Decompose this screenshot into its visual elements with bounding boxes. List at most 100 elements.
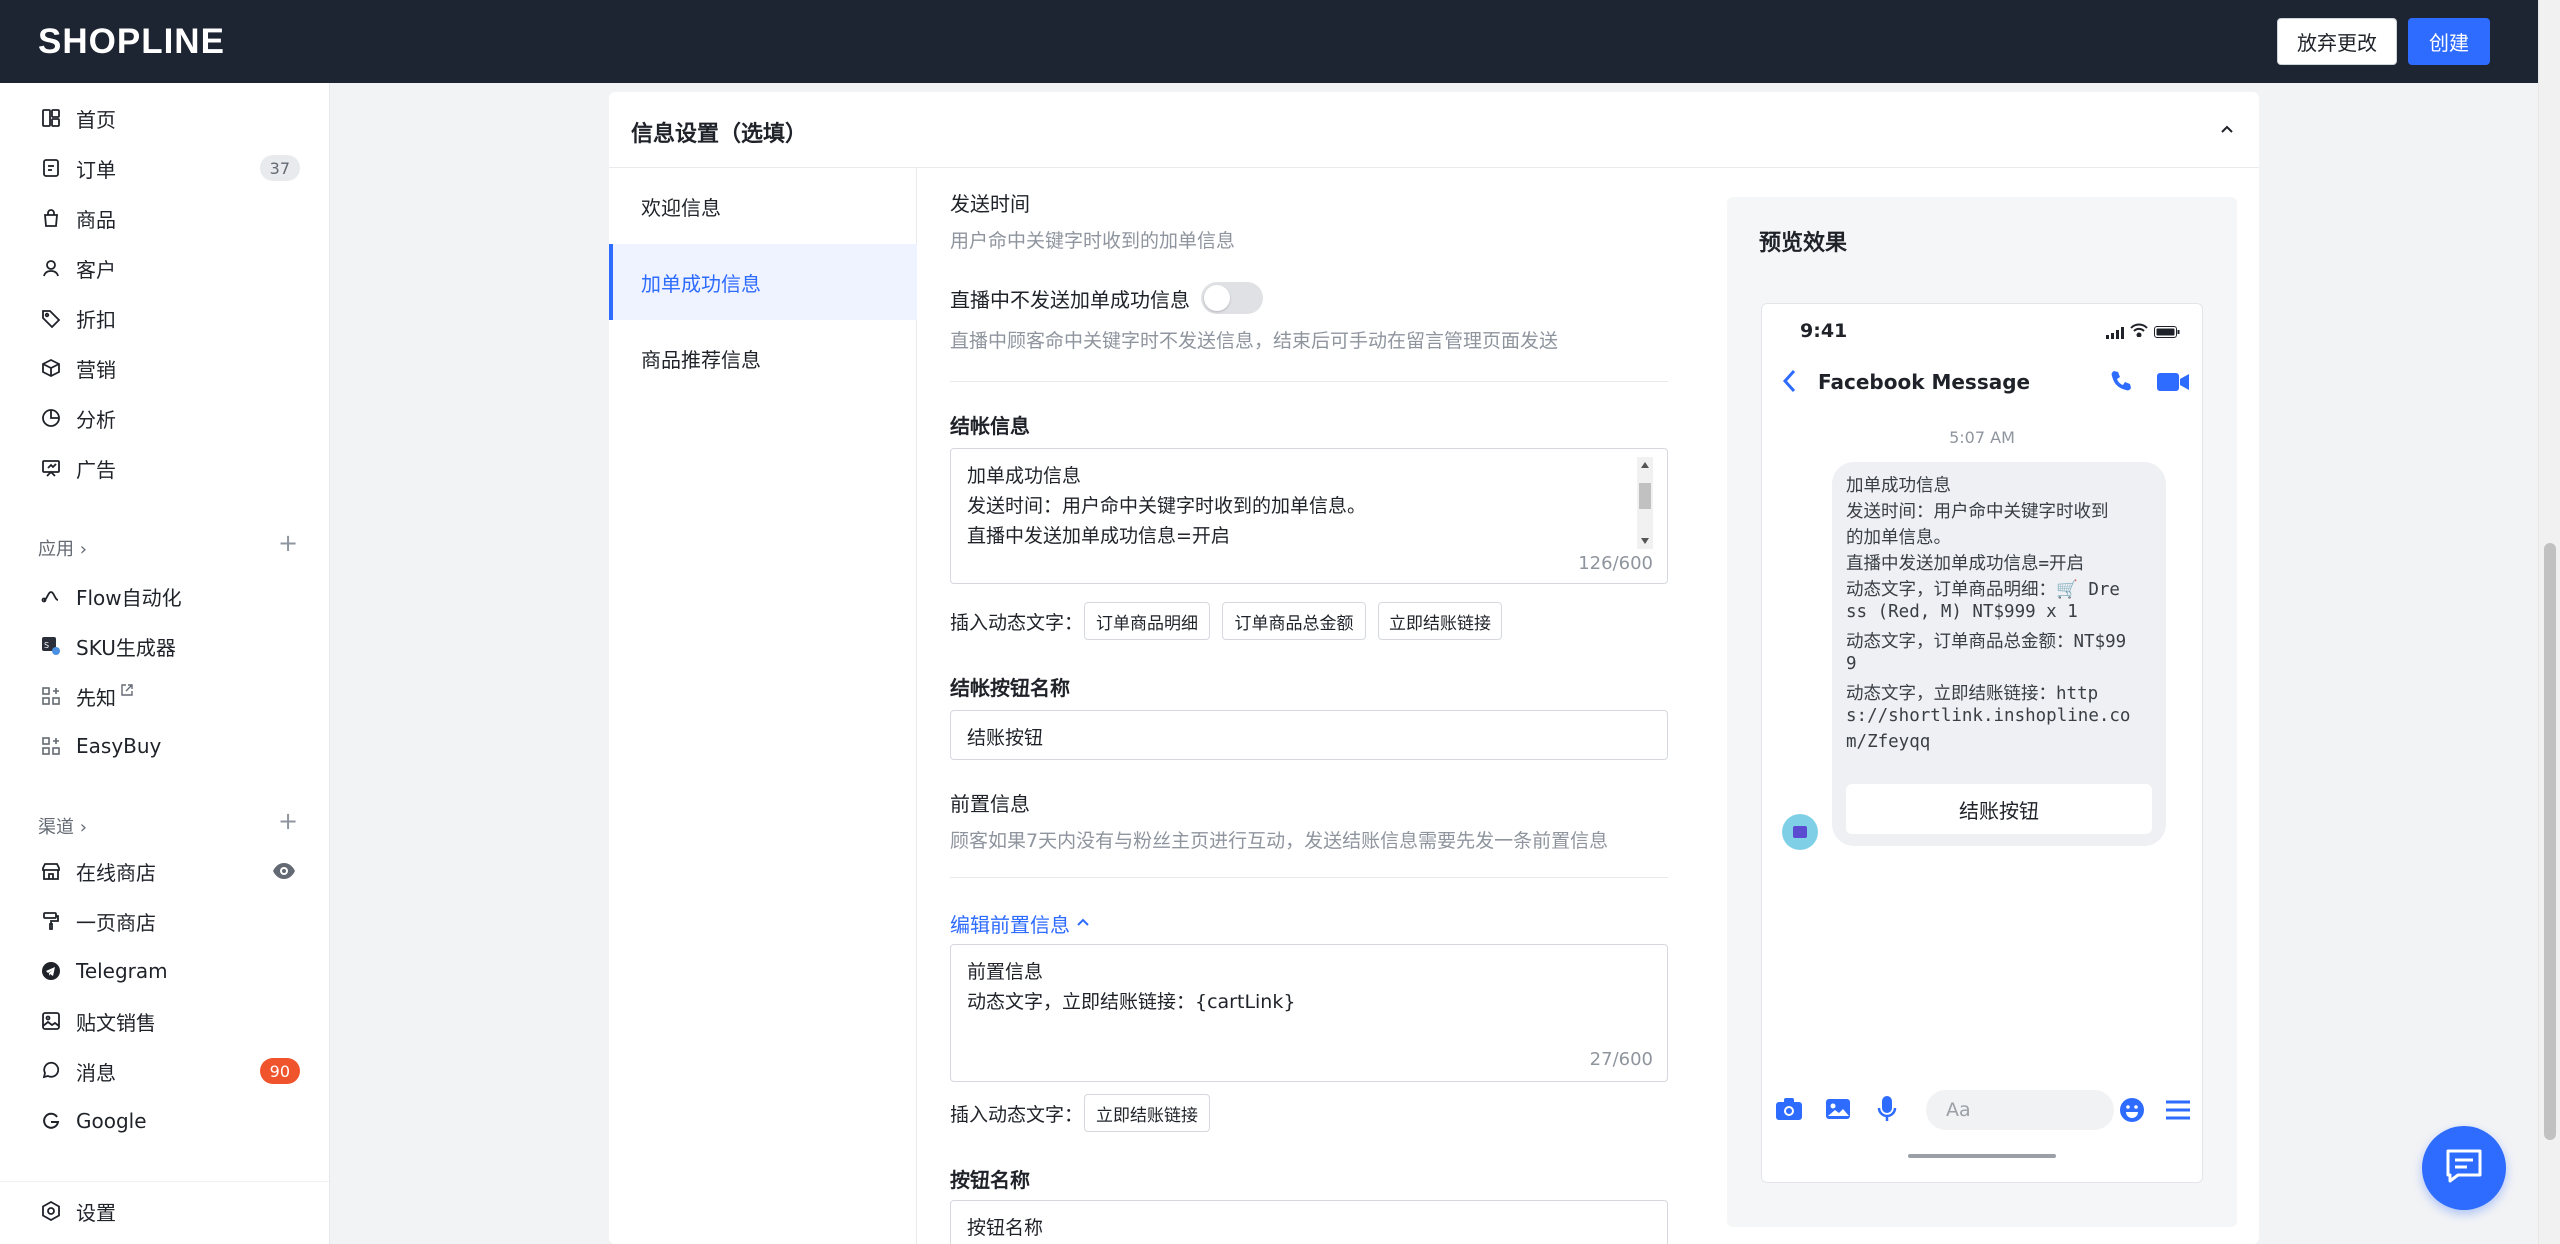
sidebar-item-online-store[interactable]: 在线商店 [0,849,329,893]
insert-checkout-link-chip[interactable]: 立即结账链接 [1084,1094,1210,1132]
checkout-message-textarea[interactable]: 加单成功信息 发送时间：用户命中关键字时收到的加单信息。 直播中发送加单成功信息… [950,448,1668,584]
card-title: 信息设置（选填） [631,122,808,147]
live-no-send-toggle[interactable] [1201,282,1263,314]
menu-icon[interactable] [2164,1098,2192,1126]
menu-item-welcome[interactable]: 欢迎信息 [609,168,917,244]
sidebar-item-orders[interactable]: 订单 37 [0,146,329,190]
video-call-icon[interactable] [2156,370,2190,398]
sidebar-item-sku[interactable]: S SKU生成器 [0,624,329,668]
apps-section-label[interactable]: 应用 › [38,535,87,561]
chat-bubble-icon [2444,1147,2484,1189]
sidebar-item-label: Flow自动化 [76,585,182,610]
sidebar-item-label: 贴文销售 [76,1010,156,1035]
chevron-up-icon[interactable] [1074,914,1092,934]
channels-section-label[interactable]: 渠道 › [38,813,87,839]
sidebar-item-label: Telegram [76,959,168,983]
checkout-button-name-label: 结帐按钮名称 [950,676,1070,700]
sidebar-item-marketing[interactable]: 营销 [0,346,329,390]
preview-title: 预览效果 [1759,231,1848,256]
microphone-icon[interactable] [1876,1094,1898,1128]
checkout-button-name-input[interactable]: 结账按钮 [950,710,1668,760]
menu-item-add-success[interactable]: 加单成功信息 [609,244,917,320]
insert-order-total-chip[interactable]: 订单商品总金额 [1222,602,1366,640]
bubble-line: 加单成功信息 [1846,476,1951,496]
checkout-message-label: 结帐信息 [950,414,1030,438]
billboard-icon [38,455,64,481]
bubble-line: 9 [1846,654,1857,674]
sidebar-item-easybuy[interactable]: EasyBuy [0,724,329,768]
button-name-input[interactable]: 按钮名称 [950,1200,1668,1244]
sidebar-item-post-sales[interactable]: 贴文销售 [0,999,329,1043]
bubble-checkout-button[interactable]: 结账按钮 [1846,784,2152,834]
sidebar-item-products[interactable]: 商品 [0,196,329,240]
message-type-menu: 欢迎信息 加单成功信息 商品推荐信息 [609,168,917,1244]
pre-message-help: 顾客如果7天内没有与粉丝主页进行互动，发送结账信息需要先发一条前置信息 [950,830,1609,852]
preview-panel: 预览效果 9:41 Facebook Message 5:07 AM 加单成功信… [1727,197,2237,1227]
camera-icon[interactable] [1774,1096,1804,1126]
sidebar-item-label: 订单 [76,157,116,182]
sidebar-item-flow[interactable]: Flow自动化 [0,574,329,618]
tag-icon [38,305,64,331]
sidebar-item-label: 一页商店 [76,910,156,935]
sidebar-item-messages[interactable]: 消息 90 [0,1049,329,1093]
sidebar-item-label: 消息 [76,1060,116,1085]
sidebar-item-label: 首页 [76,107,116,132]
discard-changes-button[interactable]: 放弃更改 [2277,18,2397,65]
sidebar-item-prophet[interactable]: 先知 [0,674,329,718]
chat-icon [38,1058,64,1084]
shopline-logo[interactable]: SHOPLINE [38,22,225,62]
sidebar-item-customers[interactable]: 客户 [0,246,329,290]
telegram-icon [38,958,64,984]
message-timestamp: 5:07 AM [1949,428,2015,447]
order-icon [38,155,64,181]
flow-icon [38,583,64,609]
svg-text:S: S [44,641,49,650]
sidebar-item-ads[interactable]: 广告 [0,446,329,490]
chat-support-button[interactable] [2422,1126,2506,1210]
eye-icon[interactable] [272,860,296,886]
edit-pre-message-link[interactable]: 编辑前置信息 [950,909,1070,938]
sidebar-item-label: 客户 [76,257,116,282]
wifi-icon [2130,322,2148,341]
sidebar-item-telegram[interactable]: Telegram [0,949,329,993]
collapse-chevron-up-icon[interactable] [2212,114,2242,144]
bag-icon [38,205,64,231]
phone-mockup: 9:41 Facebook Message 5:07 AM 加单成功信息 发送时… [1761,303,2203,1183]
message-settings-card: 信息设置（选填） 欢迎信息 加单成功信息 商品推荐信息 发送时间 用户命中关键字… [609,92,2259,1244]
sidebar-item-analytics[interactable]: 分析 [0,396,329,440]
phone-call-icon[interactable] [2108,368,2134,398]
live-toggle-help: 直播中顾客命中关键字时不发送信息，结束后可手动在留言管理页面发送 [950,330,1559,352]
page-scrollbar[interactable] [2538,0,2560,1244]
insert-order-items-chip[interactable]: 订单商品明细 [1084,602,1210,640]
menu-item-recommend[interactable]: 商品推荐信息 [609,320,917,396]
store-icon [38,858,64,884]
sidebar-item-label: 分析 [76,407,116,432]
input-placeholder: Aa [1946,1099,1971,1121]
pie-chart-icon [38,405,64,431]
form-divider [950,381,1668,382]
sidebar-item-label: SKU生成器 [76,635,176,660]
sidebar-item-one-page-store[interactable]: 一页商店 [0,899,329,943]
pre-message-textarea[interactable]: 前置信息 动态文字，立即结账链接：{cartLink} 27/600 [950,944,1668,1082]
emoji-icon[interactable] [2118,1096,2146,1128]
add-app-plus-icon[interactable]: + [278,529,298,557]
sidebar-item-discounts[interactable]: 折扣 [0,296,329,340]
sku-icon: S [38,633,64,659]
textarea-line: 前置信息 [967,961,1044,983]
create-button[interactable]: 创建 [2408,18,2490,65]
button-name-label: 按钮名称 [950,1168,1030,1192]
sidebar-item-label: 营销 [76,357,116,382]
textarea-scrollbar[interactable] [1637,457,1653,549]
back-chevron-icon[interactable] [1780,368,1800,398]
message-count-badge: 90 [259,1058,300,1084]
insert-checkout-link-chip[interactable]: 立即结账链接 [1378,602,1502,640]
image-icon[interactable] [1824,1096,1852,1126]
sidebar-item-settings[interactable]: 设置 [0,1189,329,1233]
status-bar-time: 9:41 [1800,320,1848,342]
sidebar-item-home[interactable]: 首页 [0,96,329,140]
sidebar-item-google[interactable]: Google [0,1099,329,1143]
chat-message-input[interactable]: Aa [1926,1090,2114,1130]
page-scrollbar-thumb[interactable] [2544,543,2556,1140]
sidebar-item-label: 在线商店 [76,860,156,885]
add-channel-plus-icon[interactable]: + [278,807,298,835]
